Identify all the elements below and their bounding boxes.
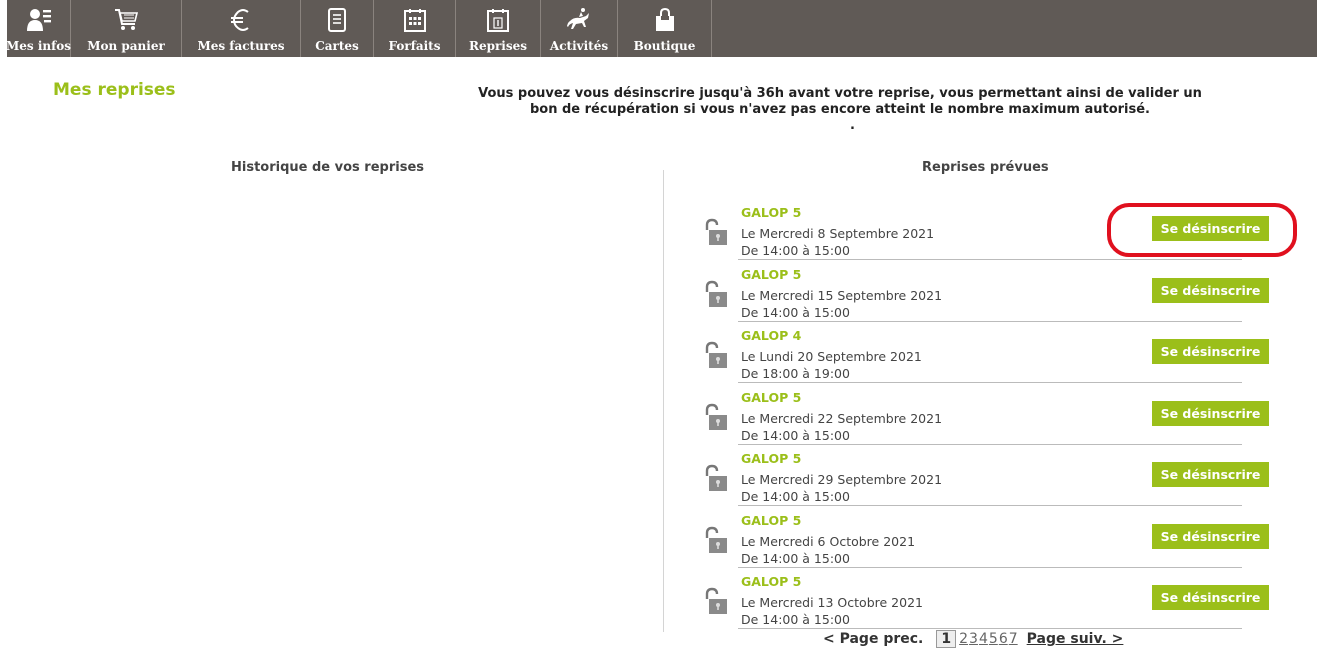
session-date: Le Mercredi 15 Septembre 2021	[741, 287, 943, 303]
nav-label: Mon panier	[87, 39, 165, 53]
session-time: De 14:00 à 15:00	[741, 550, 850, 566]
page-link-2[interactable]: 2	[959, 631, 968, 647]
unlocked-padlock-icon	[703, 403, 729, 431]
session-title: GALOP 4	[741, 328, 802, 343]
unlocked-padlock-icon	[703, 464, 729, 492]
cart-icon	[113, 7, 139, 33]
shopping-bag-icon	[652, 7, 678, 33]
session-row: GALOP 4 Le Lundi 20 Septembre 2021 De 18:0…	[700, 328, 1272, 388]
session-row: GALOP 5 Le Mercredi 29 Septembre 2021 De 1…	[700, 451, 1272, 511]
nav-item-boutique[interactable]: Boutique	[618, 0, 712, 57]
top-navigation: Mes infos Mon panier Mes factures Cartes…	[5, 0, 1317, 57]
unlocked-padlock-icon	[703, 341, 729, 369]
pagination: < Page prec. 1 2 3 4 5 6 7 Page suiv. >	[823, 630, 1123, 648]
session-separator	[738, 505, 1242, 506]
unlocked-padlock-icon	[703, 526, 729, 554]
nav-item-cartes[interactable]: Cartes	[301, 0, 374, 57]
session-row: GALOP 5 Le Mercredi 22 Septembre 2021 De 1…	[700, 390, 1272, 450]
euro-icon	[228, 7, 254, 33]
current-page: 1	[936, 630, 957, 648]
nav-label: Forfaits	[388, 39, 441, 53]
nav-label: Boutique	[633, 39, 696, 53]
unlocked-padlock-icon	[703, 280, 729, 308]
session-time: De 14:00 à 15:00	[741, 304, 850, 320]
unsubscribe-button[interactable]: Se désinscrire	[1152, 277, 1269, 303]
session-time: De 14:00 à 15:00	[741, 612, 850, 627]
nav-item-mon-panier[interactable]: Mon panier	[71, 0, 182, 57]
unsubscribe-button[interactable]: Se désinscrire	[1152, 339, 1269, 364]
page-link-4[interactable]: 4	[979, 631, 988, 647]
session-date: Le Mercredi 8 Septembre 2021	[741, 226, 935, 241]
highlight-annotation	[1107, 203, 1297, 257]
session-date: Le Lundi 20 Septembre 2021	[741, 349, 922, 364]
nav-item-mes-infos[interactable]: Mes infos	[5, 0, 72, 57]
session-date: Le Mercredi 29 Septembre 2021	[741, 472, 943, 487]
session-separator	[738, 382, 1242, 383]
nav-item-forfaits[interactable]: Forfaits	[374, 0, 456, 57]
next-page-link[interactable]: Page suiv. >	[1027, 631, 1124, 647]
session-title: GALOP 5	[741, 205, 802, 220]
session-separator	[738, 628, 1242, 629]
session-separator	[738, 259, 1242, 260]
session-date: Le Mercredi 13 Octobre 2021	[741, 595, 923, 610]
session-row: GALOP 5 Le Mercredi 13 Octobre 2021 De 14:…	[700, 574, 1272, 634]
card-icon	[324, 7, 350, 33]
page-link-5[interactable]: 5	[989, 631, 998, 647]
nav-label: Cartes	[315, 39, 359, 53]
session-row: GALOP 5 Le Mercredi 15 Septembre 2021 De 1…	[700, 267, 1272, 327]
nav-label: Activités	[549, 39, 609, 53]
notice-line-2: bon de récupération si vous n'avez pas e…	[529, 102, 1150, 117]
session-time: De 14:00 à 15:00	[741, 243, 850, 258]
session-title: GALOP 5	[741, 512, 802, 528]
page-title: Mes reprises	[53, 80, 176, 100]
session-date: Le Mercredi 22 Septembre 2021	[741, 410, 943, 426]
unsubscribe-button[interactable]: Se désinscrire	[1152, 523, 1269, 549]
session-title: GALOP 5	[741, 574, 802, 589]
horse-rider-icon	[566, 7, 592, 33]
calendar-grid-icon	[402, 7, 428, 33]
session-title: GALOP 5	[741, 451, 802, 466]
prev-page-link[interactable]: < Page prec.	[823, 631, 923, 647]
session-separator	[738, 320, 1242, 322]
nav-item-mes-factures[interactable]: Mes factures	[182, 0, 301, 57]
history-heading: Historique de vos reprises	[231, 160, 425, 175]
unsubscribe-button[interactable]: Se désinscrire	[1152, 400, 1269, 426]
planned-heading: Reprises prévues	[922, 160, 1049, 175]
session-time: De 18:00 à 19:00	[741, 366, 850, 381]
nav-item-reprises[interactable]: Reprises	[456, 0, 541, 57]
nav-label: Mes factures	[197, 39, 285, 53]
unsubscribe-button[interactable]: Se désinscrire	[1152, 585, 1269, 610]
nav-item-activites[interactable]: Activités	[541, 0, 618, 57]
session-title: GALOP 5	[741, 266, 802, 282]
page-link-6[interactable]: 6	[999, 631, 1008, 647]
unsubscribe-button[interactable]: Se désinscrire	[1152, 462, 1269, 487]
unsubscribe-notice: Vous pouvez vous désinscrire jusqu'à 36h…	[470, 86, 1210, 118]
column-divider	[663, 170, 664, 632]
session-separator	[738, 566, 1242, 568]
session-time: De 14:00 à 15:00	[741, 489, 850, 504]
nav-label: Reprises	[468, 39, 528, 53]
session-title: GALOP 5	[741, 389, 802, 405]
unlocked-padlock-icon	[703, 218, 729, 246]
nav-label: Mes infos	[5, 39, 72, 53]
notice-dot: .	[850, 118, 855, 133]
page-link-3[interactable]: 3	[969, 631, 978, 647]
session-row: GALOP 5 Le Mercredi 6 Octobre 2021 De 14:0…	[700, 513, 1272, 573]
notice-line-1: Vous pouvez vous désinscrire jusqu'à 36h…	[478, 86, 1202, 101]
user-icon	[26, 7, 52, 33]
session-time: De 14:00 à 15:00	[741, 427, 850, 443]
session-date: Le Mercredi 6 Octobre 2021	[741, 533, 916, 549]
unlocked-padlock-icon	[703, 587, 729, 615]
calendar-day-icon	[485, 7, 511, 33]
session-separator	[738, 443, 1242, 445]
page-link-7[interactable]: 7	[1009, 631, 1018, 647]
